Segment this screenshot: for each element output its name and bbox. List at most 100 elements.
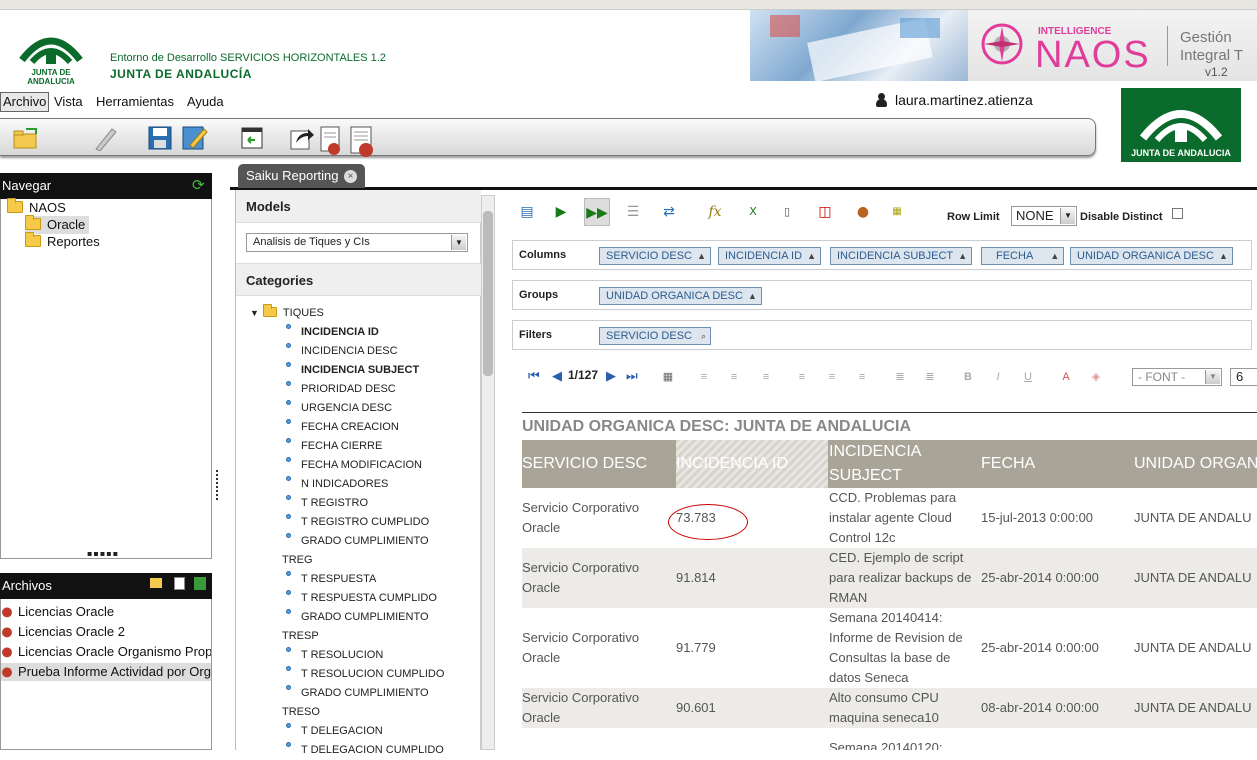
report-doc-icon[interactable] (318, 125, 346, 155)
user-indicator[interactable]: laura.martinez.atienza (876, 92, 1033, 108)
category-field[interactable]: FECHA MODIFICACION (286, 456, 422, 475)
valign-middle-icon[interactable]: ≡ (824, 369, 840, 385)
outdent-icon[interactable]: ≣ (922, 369, 938, 385)
close-icon[interactable]: × (344, 170, 357, 183)
left-panel-splitter[interactable] (216, 470, 219, 500)
category-field[interactable]: INCIDENCIA SUBJECT (286, 361, 419, 380)
open-folder-icon[interactable] (12, 125, 40, 151)
tree-node-naos[interactable]: NAOS (7, 198, 66, 217)
category-field[interactable]: GRADO CUMPLIMIENTO (286, 684, 429, 703)
export-pdf-icon[interactable]: ◫ (812, 198, 838, 226)
refresh-icon[interactable]: ⟳ (192, 173, 205, 199)
category-field[interactable]: GRADO CUMPLIMIENTO (286, 608, 429, 627)
next-page-icon[interactable]: ▶ (606, 368, 616, 384)
sort-arrows-icon[interactable]: ▲ (748, 288, 757, 304)
columns-dropzone[interactable]: Columns SERVICIO DESC ▲ INCIDENCIA ID ▲ IN… (512, 240, 1252, 270)
category-field[interactable]: PRIORIDAD DESC (286, 380, 396, 399)
indent-icon[interactable]: ≣ (892, 369, 908, 385)
save-icon[interactable] (146, 125, 174, 151)
fill-color-icon[interactable]: ◈ (1088, 369, 1104, 385)
chevron-down-icon[interactable]: ▼ (1205, 370, 1220, 384)
file-item[interactable]: Licencias Oracle (1, 603, 114, 621)
scrollbar-thumb[interactable] (483, 211, 493, 376)
resize-grip[interactable]: ▪▪▪▪▪ (87, 549, 119, 558)
align-right-icon[interactable]: ≡ (758, 369, 774, 385)
groups-dropzone[interactable]: Groups UNIDAD ORGANICA DESC ▲ (512, 280, 1252, 310)
column-chip[interactable]: INCIDENCIA SUBJECT ▲ (830, 247, 973, 265)
category-group[interactable]: TREG (282, 551, 313, 570)
category-field[interactable]: T RESOLUCION CUMPLIDO (286, 665, 444, 684)
tree-node-oracle[interactable]: Oracle (25, 215, 90, 234)
calendar-icon[interactable]: ▦ (660, 369, 676, 385)
underline-icon[interactable]: U (1020, 369, 1036, 385)
column-chip[interactable]: SERVICIO DESC ▲ (599, 247, 711, 265)
chevron-down-icon[interactable]: ▼ (1060, 208, 1075, 224)
font-color-icon[interactable]: A (1058, 369, 1074, 385)
run-query-icon[interactable]: ▶ (548, 198, 574, 226)
filters-dropzone[interactable]: Filters SERVICIO DESC ⌕ (512, 320, 1252, 350)
category-root[interactable]: ▼ TIQUES (250, 304, 324, 323)
category-field[interactable]: T RESOLUCION (286, 646, 383, 665)
column-chip[interactable]: INCIDENCIA ID ▲ (718, 247, 822, 265)
sort-arrows-icon[interactable]: ▲ (807, 248, 816, 264)
swap-axes-icon[interactable]: ⇄ (656, 198, 682, 226)
category-field[interactable]: T REGISTRO CUMPLIDO (286, 513, 429, 532)
category-field[interactable]: GRADO CUMPLIMIENTO (286, 532, 429, 551)
category-field[interactable]: INCIDENCIA ID (286, 323, 379, 342)
first-page-icon[interactable]: ⏮ (528, 368, 540, 384)
auto-run-icon[interactable]: ▶▶ (584, 198, 610, 226)
category-field[interactable]: N INDICADORES (286, 475, 388, 494)
edit-document-icon[interactable] (180, 125, 208, 151)
share-arrow-icon[interactable] (288, 125, 316, 151)
file-item[interactable]: Licencias Oracle 2 (1, 623, 125, 641)
menu-herramientas[interactable]: Herramientas (94, 92, 176, 112)
report-pdf-icon[interactable] (348, 125, 376, 157)
chevron-down-icon[interactable]: ▼ (451, 235, 466, 250)
menu-ayuda[interactable]: Ayuda (185, 92, 226, 112)
category-field[interactable]: T DELEGACION CUMPLIDO (286, 741, 444, 760)
column-chip[interactable]: UNIDAD ORGANICA DESC ▲ (1070, 247, 1233, 265)
italic-icon[interactable]: I (990, 369, 1006, 385)
valign-bottom-icon[interactable]: ≡ (854, 369, 870, 385)
new-query-icon[interactable]: ▤ (514, 198, 540, 226)
font-size-select[interactable]: 6 (1230, 368, 1257, 386)
tab-saiku-reporting[interactable]: Saiku Reporting × (238, 164, 365, 188)
bold-icon[interactable]: B (960, 369, 976, 385)
sort-arrows-icon[interactable]: ▲ (1050, 248, 1059, 264)
sort-arrows-icon[interactable]: ▲ (1219, 248, 1228, 264)
formula-icon[interactable]: fx (702, 198, 728, 226)
group-chip[interactable]: UNIDAD ORGANICA DESC ▲ (599, 287, 762, 305)
category-field[interactable]: URGENCIA DESC (286, 399, 392, 418)
disable-distinct-checkbox[interactable] (1172, 208, 1183, 219)
pencil-icon[interactable] (90, 125, 118, 152)
category-field[interactable]: T RESPUESTA CUMPLIDO (286, 589, 437, 608)
category-field[interactable]: INCIDENCIA DESC (286, 342, 398, 361)
category-field[interactable]: T DELEGACION (286, 722, 383, 741)
filter-chip[interactable]: SERVICIO DESC ⌕ (599, 327, 711, 345)
column-chip[interactable]: FECHA ▲ (981, 247, 1065, 265)
font-select[interactable]: - FONT - ▼ (1132, 368, 1222, 386)
category-group[interactable]: TRESP (282, 627, 319, 646)
prev-page-icon[interactable]: ◀ (552, 368, 562, 384)
file-item-selected[interactable]: Prueba Informe Actividad por Orga (1, 663, 211, 681)
new-folder-icon[interactable] (150, 578, 162, 588)
export-csv-icon[interactable]: ▯ (774, 198, 800, 226)
menu-vista[interactable]: Vista (52, 92, 85, 112)
row-limit-select[interactable]: NONE ▼ (1011, 206, 1077, 226)
toggle-fields-icon[interactable]: ☰ (620, 198, 646, 226)
last-page-icon[interactable]: ⏭ (626, 368, 638, 384)
category-field[interactable]: T REGISTRO (286, 494, 368, 513)
menu-archivo[interactable]: Archivo (0, 92, 50, 112)
mdx-icon[interactable]: ▦ (884, 198, 910, 226)
align-left-icon[interactable]: ≡ (696, 369, 712, 385)
sidebar-scrollbar[interactable] (481, 195, 495, 750)
search-icon[interactable]: ⌕ (701, 328, 706, 344)
category-field[interactable]: FECHA CIERRE (286, 437, 382, 456)
category-group[interactable]: TRESO (282, 703, 320, 722)
chart-palette-icon[interactable]: ● (850, 198, 876, 226)
sort-arrows-icon[interactable]: ▲ (958, 248, 967, 264)
export-xls-icon[interactable]: X (740, 198, 766, 226)
sort-arrows-icon[interactable]: ▲ (697, 248, 706, 264)
valign-top-icon[interactable]: ≡ (794, 369, 810, 385)
model-select[interactable]: Analisis de Tiques y CIs ▼ (246, 233, 468, 252)
